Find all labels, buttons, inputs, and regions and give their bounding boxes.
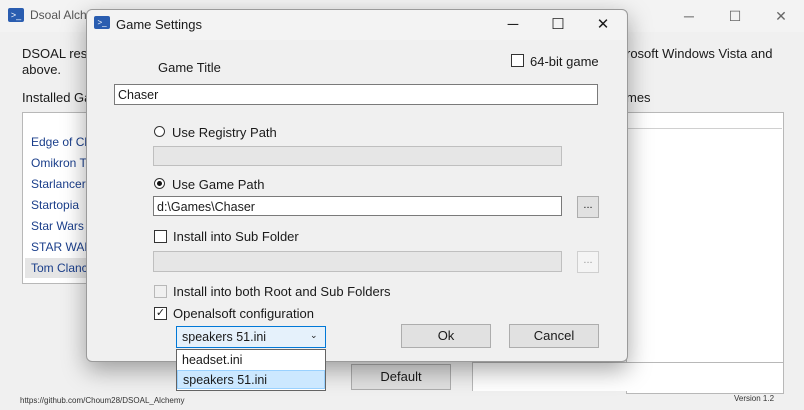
use-game-path-radio[interactable]: [154, 178, 165, 189]
list-item[interactable]: Omikron T: [31, 156, 87, 170]
install-both-checkbox[interactable]: [154, 285, 167, 298]
lower-panel: [472, 362, 784, 391]
dialog-maximize-button[interactable]: ☐: [535, 10, 581, 40]
use-game-path-label: Use Game Path: [172, 177, 265, 192]
list-item[interactable]: Edge of Ch: [31, 135, 91, 149]
openalsoft-config-select[interactable]: speakers 51.ini: [176, 326, 326, 348]
use-registry-radio[interactable]: [154, 126, 165, 137]
list-item[interactable]: STAR WAR: [31, 240, 93, 254]
game-path-input[interactable]: d:\Games\Chaser: [153, 196, 562, 216]
registry-path-input[interactable]: [153, 146, 562, 166]
cancel-button[interactable]: Cancel: [509, 324, 599, 348]
game-title-input[interactable]: Chaser: [114, 84, 598, 105]
ok-button[interactable]: Ok: [401, 324, 491, 348]
install-sub-folder-checkbox[interactable]: [154, 230, 167, 243]
dropdown-option[interactable]: headset.ini: [177, 351, 325, 370]
dialog-close-button[interactable]: ✕: [580, 10, 626, 40]
list-item[interactable]: Star Wars: [31, 219, 84, 233]
use-registry-label: Use Registry Path: [172, 125, 277, 140]
main-maximize-button[interactable]: ☐: [712, 0, 758, 32]
list-header: [626, 112, 782, 129]
main-description-right: rosoft Windows Vista and: [626, 46, 773, 61]
openalsoft-checkbox[interactable]: ✓: [154, 307, 167, 320]
browse-game-path-button[interactable]: ...: [577, 196, 599, 218]
powershell-icon: >_: [94, 16, 110, 29]
powershell-icon: >_: [8, 8, 24, 22]
dialog-minimize-button[interactable]: ─: [490, 10, 536, 40]
github-link[interactable]: https://github.com/Choum28/DSOAL_Alchemy: [20, 396, 185, 405]
game-title-label: Game Title: [158, 60, 221, 75]
dropdown-option[interactable]: speakers 51.ini: [177, 370, 325, 389]
sixtyfour-bit-label: 64-bit game: [530, 54, 599, 69]
available-games-list[interactable]: [626, 112, 784, 394]
main-window-title: Dsoal Alche: [30, 8, 94, 22]
version-label: Version 1.2: [734, 394, 775, 403]
default-button[interactable]: Default: [351, 364, 451, 390]
list-item[interactable]: Startopia: [31, 198, 79, 212]
main-close-button[interactable]: ✕: [758, 0, 804, 32]
config-dropdown-list: headset.ini speakers 51.ini: [176, 349, 326, 391]
available-games-label: mes: [626, 90, 651, 105]
install-both-label: Install into both Root and Sub Folders: [173, 284, 391, 299]
main-minimize-button[interactable]: ─: [666, 0, 712, 32]
openalsoft-label: Openalsoft configuration: [173, 306, 314, 321]
installed-games-list[interactable]: Edge of Ch Omikron T Starlancer Startopi…: [22, 112, 111, 284]
list-item[interactable]: Starlancer: [31, 177, 86, 191]
chevron-down-icon: ⌄: [310, 330, 318, 340]
browse-sub-folder-button[interactable]: ...: [577, 251, 599, 273]
install-sub-folder-label: Install into Sub Folder: [173, 229, 299, 244]
sixtyfour-bit-checkbox[interactable]: [511, 54, 524, 67]
dialog-title: Game Settings: [116, 17, 202, 32]
sub-folder-input[interactable]: [153, 251, 562, 272]
